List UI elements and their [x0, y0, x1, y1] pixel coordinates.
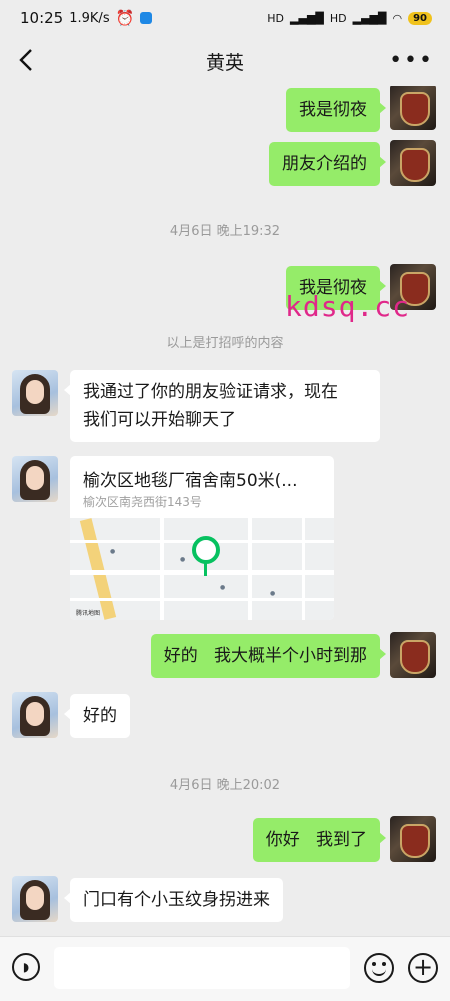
avatar[interactable]	[12, 370, 58, 416]
message-bubble-outgoing[interactable]: 你好 我到了	[252, 818, 387, 862]
signal-icon: ▂▄▆█	[352, 11, 387, 25]
hd-signal-icon: HD	[329, 11, 347, 25]
status-bar: 10:25 1.9K/s ⏰ HD ▂▄▆█ HD ▂▄▆█ ◠ 90	[0, 0, 450, 36]
avatar[interactable]	[12, 456, 58, 502]
message-list[interactable]: 我是彻夜 朋友介绍的 4月6日 晚上19:32 我是彻夜 kdsq.cc 以上是…	[0, 86, 450, 936]
message-text: 门口有个小玉纹身拐进来	[83, 890, 270, 910]
message-bubble-incoming[interactable]: 门口有个小玉纹身拐进来	[64, 878, 283, 922]
location-title: 榆次区地毯厂宿舍南50米(...	[83, 471, 298, 491]
avatar[interactable]	[390, 140, 436, 186]
clock: 10:25	[20, 9, 64, 27]
message-text: 我们可以开始聊天了	[83, 410, 236, 430]
plus-icon[interactable]: +	[408, 953, 438, 983]
wifi-icon: ◠	[392, 11, 403, 25]
location-map-preview: ● ● ● ● 腾讯地图	[70, 518, 334, 620]
chevron-left-icon[interactable]	[16, 46, 38, 74]
location-pin-icon	[192, 536, 220, 564]
map-logo: 腾讯地图	[76, 610, 101, 617]
message-bubble-outgoing[interactable]: 我是彻夜	[286, 88, 386, 132]
location-address: 榆次区南尧西街143号	[83, 495, 202, 509]
message-bubble-incoming[interactable]: 好的	[64, 694, 130, 738]
system-note: 以上是打招呼的内容	[166, 336, 284, 351]
input-bar: ◗ +	[0, 936, 450, 1001]
timestamp: 4月6日 晚上20:02	[169, 778, 281, 793]
message-text: 好的	[83, 706, 117, 726]
watermark: kdsq.cc	[285, 290, 411, 323]
avatar[interactable]	[390, 86, 436, 130]
avatar[interactable]	[390, 816, 436, 862]
battery-icon: 90	[408, 11, 432, 25]
message-text: 我是彻夜	[299, 100, 367, 120]
chat-header: 黄英 •••	[0, 36, 450, 86]
message-text: 好的 我大概半个小时到那	[163, 646, 367, 666]
message-text: 你好 我到了	[265, 830, 367, 850]
avatar[interactable]	[390, 632, 436, 678]
message-bubble-incoming[interactable]: 我通过了你的朋友验证请求，现在 我们可以开始聊天了	[64, 370, 380, 442]
voice-icon[interactable]: ◗	[12, 953, 40, 981]
avatar[interactable]	[12, 876, 58, 922]
message-bubble-outgoing[interactable]: 好的 我大概半个小时到那	[150, 634, 387, 678]
more-dots-icon[interactable]: •••	[389, 48, 434, 73]
signal-icon: ▂▄▆█	[290, 11, 324, 25]
avatar[interactable]	[12, 692, 58, 738]
alarm-icon: ⏰	[115, 9, 135, 27]
message-input[interactable]	[54, 947, 350, 989]
chat-title: 黄英	[205, 51, 244, 74]
message-text: 朋友介绍的	[282, 154, 367, 174]
location-card[interactable]: 榆次区地毯厂宿舍南50米(... 榆次区南尧西街143号 ● ● ● ● 腾讯地…	[70, 456, 334, 620]
message-bubble-outgoing[interactable]: 朋友介绍的	[269, 142, 386, 186]
app-notification-icon	[140, 12, 153, 24]
hd-signal-icon: HD	[267, 11, 285, 25]
message-text: 我通过了你的朋友验证请求，现在	[83, 382, 338, 402]
network-speed: 1.9K/s	[69, 10, 110, 26]
timestamp: 4月6日 晚上19:32	[169, 224, 281, 239]
emoji-icon[interactable]	[364, 953, 394, 983]
